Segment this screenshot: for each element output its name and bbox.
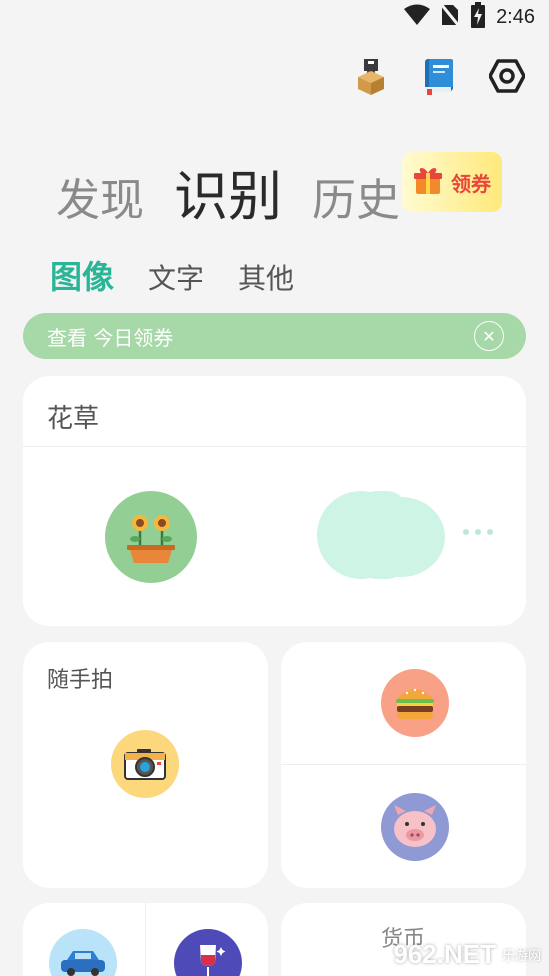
tab-discover[interactable]: 发现 <box>56 164 144 228</box>
camera-icon <box>124 749 166 780</box>
tab-recognize[interactable]: 识别 <box>174 152 282 231</box>
animal-button[interactable] <box>381 793 449 861</box>
settings-hexagon-icon[interactable] <box>487 56 527 96</box>
random-shot-card[interactable]: 随手拍 <box>23 642 268 888</box>
watermark: 962.NET 乐游网 <box>393 939 541 970</box>
no-sim-icon <box>439 3 461 31</box>
food-button[interactable] <box>381 669 449 737</box>
divider <box>23 446 526 447</box>
card-title-flower: 花草 <box>47 404 100 434</box>
watermark-logo: 962.NET <box>393 939 496 969</box>
wine-glass-icon <box>200 945 226 976</box>
camera-button[interactable] <box>111 730 179 798</box>
tab-history[interactable]: 历史 <box>312 164 400 228</box>
main-tabs: 发现 识别 历史 <box>56 152 400 231</box>
divider <box>145 903 146 976</box>
coupon-banner[interactable]: 查看 今日领券 ✕ <box>23 313 526 359</box>
car-button[interactable] <box>49 929 117 976</box>
card-title-random: 随手拍 <box>47 668 114 693</box>
flower-pot-icon <box>127 515 175 563</box>
close-icon[interactable]: ✕ <box>474 321 504 351</box>
banner-text: 查看 今日领券 <box>47 325 174 350</box>
flower-placeholder-blob[interactable] <box>317 491 451 579</box>
wifi-icon <box>404 4 431 30</box>
coupon-button[interactable]: 领券 <box>402 152 502 212</box>
watermark-sub: 乐游网 <box>501 949 541 964</box>
car-icon <box>61 951 105 976</box>
tab-other[interactable]: 其他 <box>238 257 294 297</box>
more-icon[interactable] <box>463 529 493 535</box>
vehicle-drink-card <box>23 903 268 976</box>
top-toolbar <box>351 56 527 96</box>
coupon-label: 领券 <box>451 171 491 196</box>
status-bar: 2:46 <box>0 0 549 34</box>
food-animal-card <box>281 642 526 888</box>
sub-tabs: 图像 文字 其他 <box>50 252 294 298</box>
drink-button[interactable] <box>174 929 242 976</box>
package-icon[interactable] <box>351 56 391 96</box>
pig-icon <box>394 805 436 847</box>
book-icon[interactable] <box>419 56 459 96</box>
flower-pot-button[interactable] <box>105 491 197 583</box>
burger-icon <box>396 688 434 719</box>
tab-text[interactable]: 文字 <box>148 257 204 297</box>
divider <box>281 764 526 765</box>
gift-icon <box>413 165 443 199</box>
battery-charging-icon <box>470 2 486 32</box>
tab-image[interactable]: 图像 <box>50 252 114 298</box>
status-time: 2:46 <box>496 5 535 28</box>
flower-card: 花草 <box>23 376 526 626</box>
